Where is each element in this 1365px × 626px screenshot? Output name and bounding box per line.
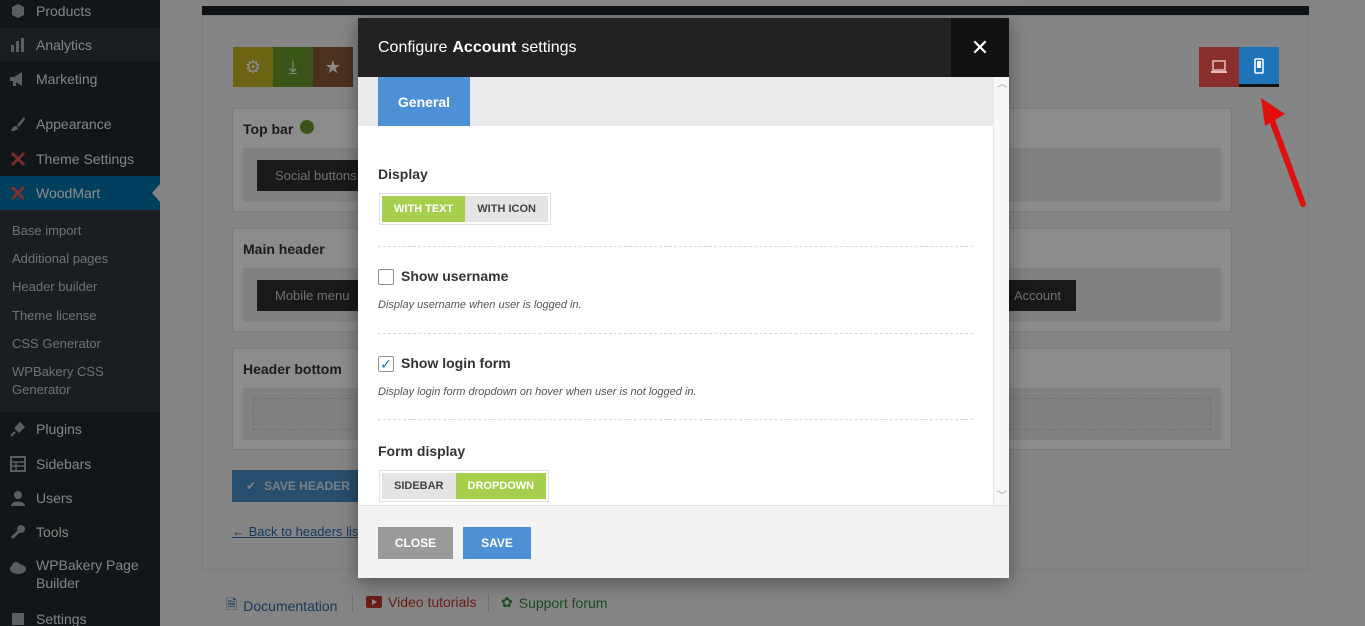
modal-title-element: Account <box>452 38 517 56</box>
chevron-down-icon[interactable]: ﹀ <box>996 491 1008 503</box>
tabs-bar: General <box>358 77 993 126</box>
form-display-label: Form display <box>378 443 466 459</box>
divider <box>378 419 973 420</box>
modal-header: Configure Account settings <box>358 18 1009 77</box>
show-login-form-label: Show login form <box>401 355 511 371</box>
tab-general[interactable]: General <box>378 77 470 126</box>
show-login-form-description: Display login form dropdown on hover whe… <box>378 386 697 398</box>
form-display-dropdown-option[interactable]: DROPDOWN <box>455 473 547 499</box>
modal-close-button[interactable]: ✕ <box>951 18 1009 77</box>
modal-footer: CLOSE SAVE <box>358 505 1009 578</box>
form-display-toggle-group: SIDEBAR DROPDOWN <box>379 470 550 502</box>
smartphone-icon <box>1254 57 1264 74</box>
show-login-form-checkbox[interactable]: ✓ <box>378 356 394 372</box>
display-toggle-group: WITH TEXT WITH ICON <box>379 193 551 225</box>
display-with-text-option[interactable]: WITH TEXT <box>382 196 466 222</box>
checkmark-icon: ✓ <box>380 356 392 372</box>
divider <box>378 333 973 334</box>
save-button[interactable]: SAVE <box>463 527 531 559</box>
chevron-up-icon[interactable]: ︿ <box>996 79 1008 91</box>
divider <box>378 246 973 247</box>
show-username-description: Display username when user is logged in. <box>378 299 582 311</box>
laptop-icon <box>1211 60 1227 73</box>
display-with-icon-option[interactable]: WITH ICON <box>465 196 548 222</box>
mobile-view-button[interactable] <box>1239 47 1279 87</box>
display-label: Display <box>378 166 428 182</box>
form-display-sidebar-option[interactable]: SIDEBAR <box>382 473 456 499</box>
modal-title-pre: Configure <box>378 38 448 56</box>
show-username-checkbox[interactable] <box>378 269 394 285</box>
annotation-arrow-icon <box>1261 98 1306 207</box>
close-button[interactable]: CLOSE <box>378 527 453 559</box>
configure-account-modal: Configure Account settings ✕ General Dis… <box>358 18 1009 578</box>
modal-title-post: settings <box>521 38 577 56</box>
show-username-label: Show username <box>401 268 509 284</box>
modal-scrollbar[interactable]: ︿ ﹀ <box>993 77 1009 505</box>
desktop-view-button[interactable] <box>1199 47 1239 87</box>
close-icon: ✕ <box>970 34 990 60</box>
modal-body: General Display WITH TEXT WITH ICON Show… <box>358 77 993 505</box>
